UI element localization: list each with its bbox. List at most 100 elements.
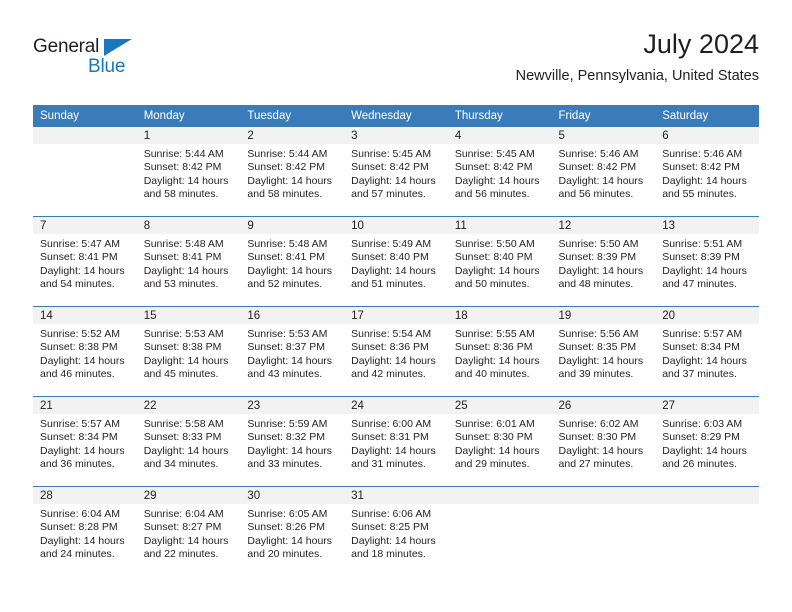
- day-details: [448, 504, 552, 508]
- calendar-day-cell[interactable]: 10 Sunrise: 5:49 AM Sunset: 8:40 PM Dayl…: [344, 216, 448, 307]
- day-number: 29: [136, 487, 241, 504]
- daylight-text: Daylight: 14 hours and 47 minutes.: [662, 264, 747, 291]
- day-number: 21: [33, 397, 137, 414]
- day-details: Sunrise: 5:45 AM Sunset: 8:42 PM Dayligh…: [448, 144, 552, 202]
- calendar-week-row: 1 Sunrise: 5:44 AM Sunset: 8:42 PM Dayli…: [33, 127, 759, 217]
- calendar-day-cell[interactable]: 9 Sunrise: 5:48 AM Sunset: 8:41 PM Dayli…: [240, 216, 345, 307]
- calendar-day-cell[interactable]: 29 Sunrise: 6:04 AM Sunset: 8:27 PM Dayl…: [136, 486, 241, 576]
- day-details: Sunrise: 5:46 AM Sunset: 8:42 PM Dayligh…: [552, 144, 656, 202]
- calendar-day-cell[interactable]: 1 Sunrise: 5:44 AM Sunset: 8:42 PM Dayli…: [136, 127, 241, 217]
- calendar-day-cell[interactable]: [655, 486, 759, 576]
- calendar-day-cell[interactable]: 22 Sunrise: 5:58 AM Sunset: 8:33 PM Dayl…: [136, 396, 241, 487]
- sunrise-text: Sunrise: 5:44 AM: [247, 148, 328, 160]
- weekday-header-tuesday: Tuesday: [240, 105, 345, 127]
- sunset-text: Sunset: 8:27 PM: [143, 521, 222, 534]
- calendar-day-cell[interactable]: 21 Sunrise: 5:57 AM Sunset: 8:34 PM Dayl…: [33, 396, 137, 487]
- sunrise-text: Sunrise: 5:50 AM: [454, 238, 535, 250]
- sunset-text: Sunset: 8:31 PM: [351, 431, 429, 444]
- day-details: Sunrise: 5:48 AM Sunset: 8:41 PM Dayligh…: [240, 234, 344, 292]
- calendar-day-cell[interactable]: 27 Sunrise: 6:03 AM Sunset: 8:29 PM Dayl…: [655, 396, 759, 487]
- day-details: Sunrise: 6:01 AM Sunset: 8:30 PM Dayligh…: [448, 414, 552, 472]
- day-details: Sunrise: 6:04 AM Sunset: 8:28 PM Dayligh…: [33, 504, 137, 562]
- calendar-page: General Blue July 2024 Newville, Pennsyl…: [0, 0, 792, 612]
- calendar-day-cell[interactable]: 26 Sunrise: 6:02 AM Sunset: 8:30 PM Dayl…: [551, 396, 656, 487]
- day-details: Sunrise: 5:48 AM Sunset: 8:41 PM Dayligh…: [137, 234, 241, 292]
- sunrise-text: Sunrise: 5:57 AM: [40, 418, 120, 430]
- weekday-header-row: Sunday Monday Tuesday Wednesday Thursday…: [33, 105, 759, 127]
- day-details: Sunrise: 5:55 AM Sunset: 8:36 PM Dayligh…: [448, 324, 552, 382]
- calendar-day-cell[interactable]: 19 Sunrise: 5:56 AM Sunset: 8:35 PM Dayl…: [551, 306, 656, 397]
- calendar-day-cell[interactable]: 23 Sunrise: 5:59 AM Sunset: 8:32 PM Dayl…: [240, 396, 345, 487]
- day-details: Sunrise: 5:45 AM Sunset: 8:42 PM Dayligh…: [344, 144, 448, 202]
- day-number: 28: [33, 487, 137, 504]
- daylight-text: Daylight: 14 hours and 39 minutes.: [558, 354, 644, 381]
- daylight-text: Daylight: 14 hours and 54 minutes.: [40, 264, 125, 291]
- daylight-text: Daylight: 14 hours and 31 minutes.: [351, 444, 436, 471]
- sunset-text: Sunset: 8:32 PM: [247, 431, 326, 444]
- calendar-day-cell[interactable]: [33, 127, 137, 217]
- sunset-text: Sunset: 8:28 PM: [40, 521, 118, 534]
- page-header: General Blue July 2024 Newville, Pennsyl…: [33, 28, 759, 100]
- sunrise-text: Sunrise: 6:02 AM: [558, 418, 639, 430]
- calendar-day-cell[interactable]: 8 Sunrise: 5:48 AM Sunset: 8:41 PM Dayli…: [136, 216, 241, 307]
- calendar-day-cell[interactable]: [551, 486, 656, 576]
- calendar-week-row: 28 Sunrise: 6:04 AM Sunset: 8:28 PM Dayl…: [33, 486, 759, 576]
- calendar-day-cell[interactable]: 14 Sunrise: 5:52 AM Sunset: 8:38 PM Dayl…: [33, 306, 137, 397]
- sunset-text: Sunset: 8:40 PM: [454, 251, 533, 264]
- sunset-text: Sunset: 8:38 PM: [40, 341, 118, 354]
- sunset-text: Sunset: 8:42 PM: [143, 161, 222, 174]
- calendar-day-cell[interactable]: 12 Sunrise: 5:50 AM Sunset: 8:39 PM Dayl…: [551, 216, 656, 307]
- weekday-header-thursday: Thursday: [447, 105, 552, 127]
- daylight-text: Daylight: 14 hours and 45 minutes.: [143, 354, 229, 381]
- sunrise-text: Sunrise: 5:51 AM: [662, 238, 743, 250]
- calendar-day-cell[interactable]: 17 Sunrise: 5:54 AM Sunset: 8:36 PM Dayl…: [344, 306, 448, 397]
- day-details: Sunrise: 6:00 AM Sunset: 8:31 PM Dayligh…: [344, 414, 448, 472]
- page-title: July 2024: [643, 29, 759, 59]
- day-number: 10: [344, 217, 448, 234]
- daylight-text: Daylight: 14 hours and 55 minutes.: [662, 174, 747, 201]
- calendar-day-cell[interactable]: 4 Sunrise: 5:45 AM Sunset: 8:42 PM Dayli…: [447, 127, 552, 217]
- day-details: Sunrise: 6:05 AM Sunset: 8:26 PM Dayligh…: [240, 504, 344, 562]
- calendar-day-cell[interactable]: 5 Sunrise: 5:46 AM Sunset: 8:42 PM Dayli…: [551, 127, 656, 217]
- day-number: 13: [655, 217, 759, 234]
- sunrise-text: Sunrise: 5:44 AM: [143, 148, 224, 160]
- calendar-day-cell[interactable]: 31 Sunrise: 6:06 AM Sunset: 8:25 PM Dayl…: [344, 486, 448, 576]
- calendar-day-cell[interactable]: 16 Sunrise: 5:53 AM Sunset: 8:37 PM Dayl…: [240, 306, 345, 397]
- daylight-text: Daylight: 14 hours and 20 minutes.: [247, 534, 333, 561]
- day-number: 22: [136, 397, 241, 414]
- day-details: Sunrise: 6:03 AM Sunset: 8:29 PM Dayligh…: [655, 414, 759, 472]
- calendar-day-cell[interactable]: 20 Sunrise: 5:57 AM Sunset: 8:34 PM Dayl…: [655, 306, 759, 397]
- day-details: Sunrise: 6:06 AM Sunset: 8:25 PM Dayligh…: [344, 504, 448, 562]
- general-blue-logo[interactable]: General Blue: [33, 36, 163, 84]
- calendar-day-cell[interactable]: 7 Sunrise: 5:47 AM Sunset: 8:41 PM Dayli…: [33, 216, 137, 307]
- day-number: 3: [344, 127, 448, 144]
- day-details: Sunrise: 5:56 AM Sunset: 8:35 PM Dayligh…: [552, 324, 656, 382]
- calendar-day-cell[interactable]: 11 Sunrise: 5:50 AM Sunset: 8:40 PM Dayl…: [447, 216, 552, 307]
- calendar-day-cell[interactable]: 15 Sunrise: 5:53 AM Sunset: 8:38 PM Dayl…: [136, 306, 241, 397]
- day-number: 17: [344, 307, 448, 324]
- calendar-day-cell[interactable]: 28 Sunrise: 6:04 AM Sunset: 8:28 PM Dayl…: [33, 486, 137, 576]
- daylight-text: Daylight: 14 hours and 58 minutes.: [143, 174, 229, 201]
- day-details: Sunrise: 5:50 AM Sunset: 8:40 PM Dayligh…: [448, 234, 552, 292]
- calendar-day-cell[interactable]: 13 Sunrise: 5:51 AM Sunset: 8:39 PM Dayl…: [655, 216, 759, 307]
- sunrise-text: Sunrise: 5:54 AM: [351, 328, 432, 340]
- day-number: 1: [136, 127, 241, 144]
- calendar-day-cell[interactable]: 3 Sunrise: 5:45 AM Sunset: 8:42 PM Dayli…: [344, 127, 448, 217]
- calendar-day-cell[interactable]: 2 Sunrise: 5:44 AM Sunset: 8:42 PM Dayli…: [240, 127, 345, 217]
- calendar-day-cell[interactable]: 25 Sunrise: 6:01 AM Sunset: 8:30 PM Dayl…: [447, 396, 552, 487]
- calendar-day-cell[interactable]: 18 Sunrise: 5:55 AM Sunset: 8:36 PM Dayl…: [447, 306, 552, 397]
- sunset-text: Sunset: 8:25 PM: [351, 521, 429, 534]
- sunset-text: Sunset: 8:26 PM: [247, 521, 326, 534]
- calendar-day-cell[interactable]: [447, 486, 552, 576]
- day-details: Sunrise: 5:59 AM Sunset: 8:32 PM Dayligh…: [240, 414, 344, 472]
- calendar-day-cell[interactable]: 30 Sunrise: 6:05 AM Sunset: 8:26 PM Dayl…: [240, 486, 345, 576]
- calendar-day-cell[interactable]: 6 Sunrise: 5:46 AM Sunset: 8:42 PM Dayli…: [655, 127, 759, 217]
- sunrise-text: Sunrise: 5:47 AM: [40, 238, 120, 250]
- sunset-text: Sunset: 8:36 PM: [351, 341, 429, 354]
- sunset-text: Sunset: 8:41 PM: [40, 251, 118, 264]
- day-details: Sunrise: 5:57 AM Sunset: 8:34 PM Dayligh…: [655, 324, 759, 382]
- calendar-day-cell[interactable]: 24 Sunrise: 6:00 AM Sunset: 8:31 PM Dayl…: [344, 396, 448, 487]
- sunrise-text: Sunrise: 6:00 AM: [351, 418, 432, 430]
- sunrise-text: Sunrise: 5:55 AM: [454, 328, 535, 340]
- day-number: 6: [655, 127, 759, 144]
